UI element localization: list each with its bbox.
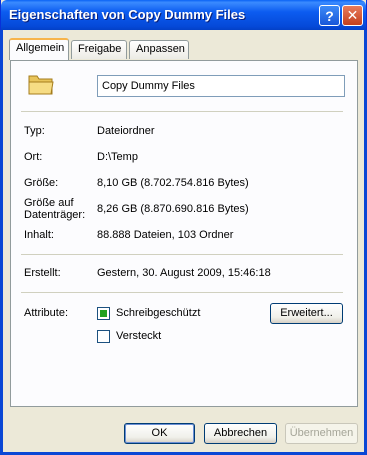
advanced-button[interactable]: Erweitert... xyxy=(270,303,343,324)
cancel-button[interactable]: Abbrechen xyxy=(204,423,277,444)
location-value: D:\Temp xyxy=(97,151,138,163)
readonly-label[interactable]: Schreibgeschützt xyxy=(116,307,200,319)
hidden-checkbox[interactable] xyxy=(97,330,110,343)
location-label: Ort: xyxy=(24,151,43,163)
general-panel: Copy Dummy Files Typ: Dateiordner Ort: D… xyxy=(10,60,358,407)
contents-label: Inhalt: xyxy=(24,229,54,241)
ok-button[interactable]: OK xyxy=(124,423,195,444)
tab-freigabe[interactable]: Freigabe xyxy=(71,40,127,59)
attributes-label: Attribute: xyxy=(24,307,69,319)
separator xyxy=(21,254,343,255)
folder-name-input[interactable]: Copy Dummy Files xyxy=(97,75,345,97)
disk-size-value: 8,26 GB (8.870.690.816 Bytes) xyxy=(97,203,249,215)
help-button[interactable]: ? xyxy=(319,5,340,26)
close-icon: ✕ xyxy=(346,7,359,23)
separator xyxy=(21,292,343,293)
properties-dialog: Eigenschaften von Copy Dummy Files ? ✕ A… xyxy=(0,0,367,455)
folder-icon xyxy=(28,75,54,95)
size-value: 8,10 GB (8.702.754.816 Bytes) xyxy=(97,177,249,189)
contents-value: 88.888 Dateien, 103 Ordner xyxy=(97,229,234,241)
window-frame-left xyxy=(0,30,3,455)
window-title: Eigenschaften von Copy Dummy Files xyxy=(9,7,246,22)
size-label: Größe: xyxy=(24,177,59,189)
readonly-checkbox[interactable] xyxy=(97,307,110,320)
type-value: Dateiordner xyxy=(97,125,155,137)
separator xyxy=(21,111,343,112)
created-label: Erstellt: xyxy=(24,267,61,279)
close-button[interactable]: ✕ xyxy=(342,5,363,26)
type-label: Typ: xyxy=(24,125,45,137)
disk-size-label-line2: Datenträger: xyxy=(24,209,86,221)
tab-allgemein[interactable]: Allgemein xyxy=(9,38,69,60)
help-icon: ? xyxy=(325,7,334,24)
disk-size-label-line1: Größe auf xyxy=(24,197,74,209)
apply-button[interactable]: Übernehmen xyxy=(285,423,358,444)
title-bar[interactable]: Eigenschaften von Copy Dummy Files ? ✕ xyxy=(1,0,366,30)
created-value: Gestern, 30. August 2009, 15:46:18 xyxy=(97,267,271,279)
hidden-label[interactable]: Versteckt xyxy=(116,330,161,342)
tab-anpassen[interactable]: Anpassen xyxy=(129,40,189,59)
